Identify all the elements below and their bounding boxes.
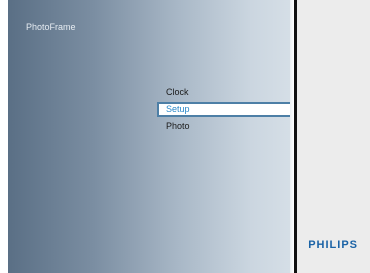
photoframe-device: PhotoFrame Clock Setup Photo PHILIPS (0, 0, 370, 273)
side-panel: PHILIPS (297, 0, 370, 273)
main-menu: Clock Setup Photo (157, 84, 297, 135)
app-title: PhotoFrame (26, 22, 76, 32)
menu-item-photo[interactable]: Photo (157, 118, 297, 135)
menu-item-setup[interactable]: Setup (157, 102, 297, 117)
brand-logo: PHILIPS (308, 239, 358, 251)
display-screen: PhotoFrame (8, 0, 294, 273)
menu-item-clock[interactable]: Clock (157, 84, 297, 101)
